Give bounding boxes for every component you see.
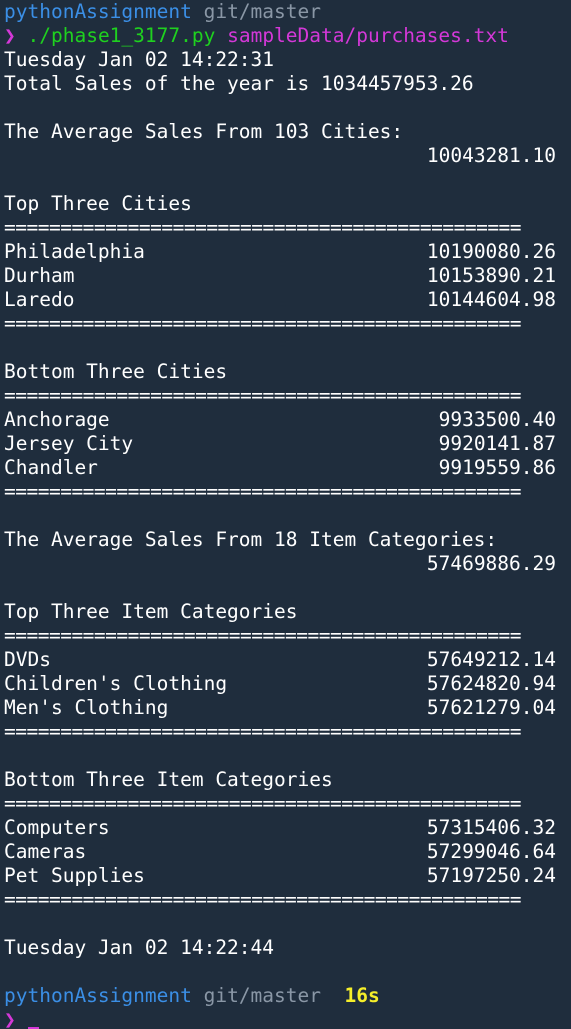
input-line[interactable]: ❯ [4, 1008, 571, 1029]
row-value: 10144604.98 [426, 288, 556, 311]
command-line: ❯ ./phase1_3177.py sampleData/purchases.… [4, 24, 571, 48]
row-value: 9933500.40 [438, 408, 556, 431]
row-value: 57649212.14 [426, 648, 556, 671]
section-title: Bottom Three Item Categories [4, 768, 333, 791]
category-average-value: 57469886.29 [426, 552, 556, 575]
row-value: 9920141.87 [438, 432, 556, 455]
separator: ========================================… [4, 624, 522, 647]
row-value: 10153890.21 [426, 264, 556, 287]
row-name: Anchorage [4, 408, 110, 431]
row-name: Cameras [4, 840, 87, 863]
row-name: Pet Supplies [4, 864, 145, 887]
prompt-header: pythonAssignment git/master 16s [4, 984, 571, 1008]
prompt-git-branch: git/master [203, 984, 321, 1007]
row-name: Laredo [4, 288, 75, 311]
terminal-window[interactable]: pythonAssignment git/master ❯ ./phase1_3… [0, 0, 571, 1029]
city-average-label: The Average Sales From 103 Cities: [4, 120, 404, 143]
row-name: Men's Clothing [4, 696, 169, 719]
prompt-directory: pythonAssignment [4, 984, 192, 1007]
section-title: Bottom Three Cities [4, 360, 228, 383]
row-value: 57197250.24 [426, 864, 556, 887]
row-name: Chandler [4, 456, 98, 479]
table-row: Anchorage 9933500.40 [4, 408, 556, 432]
prompt-git-branch: git/master [203, 0, 321, 23]
separator: ========================================… [4, 384, 522, 407]
row-value: 57299046.64 [426, 840, 556, 863]
row-name: Computers [4, 816, 110, 839]
total-sales: Total Sales of the year is 1034457953.26 [4, 72, 474, 95]
separator: ========================================… [4, 480, 522, 503]
table-row: Philadelphia 10190080.26 [4, 240, 556, 264]
section-title: Top Three Item Categories [4, 600, 298, 623]
table-row: DVDs 57649212.14 [4, 648, 556, 672]
command-argument: sampleData/purchases.txt [227, 24, 509, 47]
separator: ========================================… [4, 312, 522, 335]
start-time: Tuesday Jan 02 14:22:31 [4, 48, 275, 71]
row-name: Children's Clothing [4, 672, 228, 695]
prompt-arrow-icon: ❯ [4, 1008, 16, 1029]
row-name: DVDs [4, 648, 51, 671]
row-name: Philadelphia [4, 240, 145, 263]
table-row: Durham 10153890.21 [4, 264, 556, 288]
city-average-value: 10043281.10 [426, 144, 556, 167]
end-time: Tuesday Jan 02 14:22:44 [4, 936, 275, 959]
prompt-arrow-icon: ❯ [4, 24, 16, 47]
table-row: Jersey City 9920141.87 [4, 432, 556, 456]
separator: ========================================… [4, 216, 522, 239]
category-average-label: The Average Sales From 18 Item Categorie… [4, 528, 498, 551]
table-row: Computers 57315406.32 [4, 816, 556, 840]
table-row: Pet Supplies 57197250.24 [4, 864, 556, 888]
table-row: Chandler 9919559.86 [4, 456, 556, 480]
separator: ========================================… [4, 792, 522, 815]
table-row: Children's Clothing 57624820.94 [4, 672, 556, 696]
prompt-header: pythonAssignment git/master [4, 0, 571, 24]
row-value: 57621279.04 [426, 696, 556, 719]
table-row: Laredo 10144604.98 [4, 288, 556, 312]
row-value: 10190080.26 [426, 240, 556, 263]
section-title: Top Three Cities [4, 192, 192, 215]
table-row: Men's Clothing 57621279.04 [4, 696, 556, 720]
row-value: 57315406.32 [426, 816, 556, 839]
row-name: Durham [4, 264, 75, 287]
table-row: Cameras 57299046.64 [4, 840, 556, 864]
row-value: 57624820.94 [426, 672, 556, 695]
separator: ========================================… [4, 720, 522, 743]
row-value: 9919559.86 [438, 456, 556, 479]
command-text: ./phase1_3177.py [27, 24, 216, 47]
row-name: Jersey City [4, 432, 134, 455]
command-duration: 16s [344, 984, 380, 1007]
separator: ========================================… [4, 888, 522, 911]
prompt-directory: pythonAssignment [4, 0, 192, 23]
